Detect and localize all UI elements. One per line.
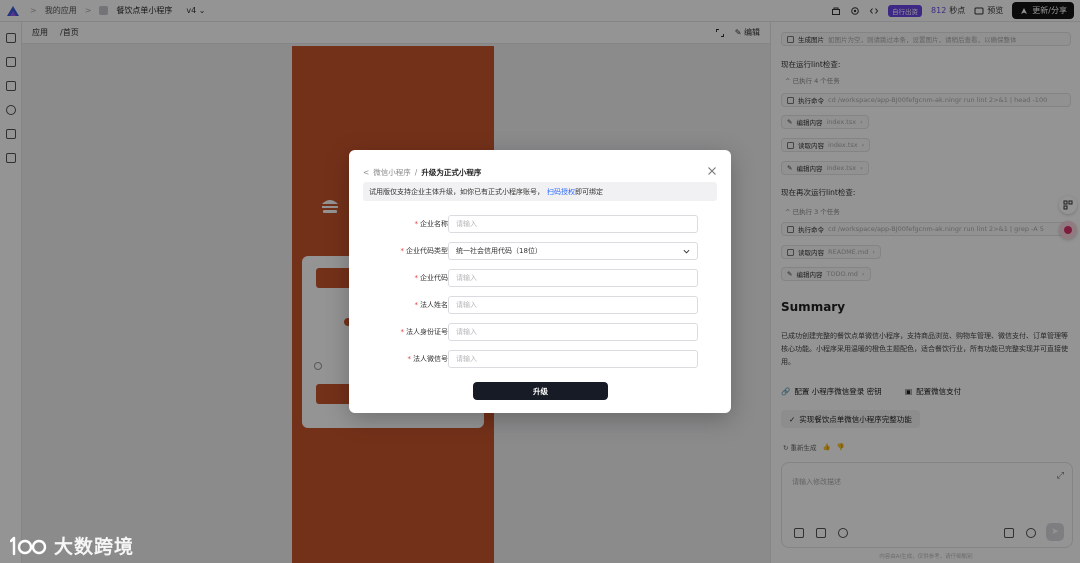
code-type-select[interactable]: 统一社会信用代码（18位） xyxy=(448,242,698,260)
legal-name-label: * 法人姓名 xyxy=(414,301,449,309)
form-row-legal-wechat: * 法人微信号 xyxy=(349,350,731,368)
legal-wechat-label: * 法人微信号 xyxy=(407,355,449,363)
modal-header: < 微信小程序 / 升级为正式小程序 xyxy=(363,167,482,178)
legal-id-label: * 法人身份证号 xyxy=(400,328,449,336)
company-code-input[interactable] xyxy=(448,269,698,287)
code-type-label: * 企业代码类型 xyxy=(400,247,449,255)
form-row-legal-name: * 法人姓名 xyxy=(349,296,731,314)
upgrade-notice: 试用版仅支持企业主体升级，如你已有正式小程序账号， 扫码授权 即可绑定 xyxy=(363,182,717,201)
upgrade-modal: < 微信小程序 / 升级为正式小程序 试用版仅支持企业主体升级，如你已有正式小程… xyxy=(349,150,731,413)
legal-wechat-input[interactable] xyxy=(448,350,698,368)
watermark: 大数跨境 xyxy=(10,532,134,559)
modal-title: 升级为正式小程序 xyxy=(421,168,482,177)
form-row-company-name: * 企业名称 xyxy=(349,215,731,233)
watermark-text: 大数跨境 xyxy=(54,536,135,558)
chevron-down-icon xyxy=(683,249,690,253)
form-row-legal-id: * 法人身份证号 xyxy=(349,323,731,341)
company-code-label: * 企业代码 xyxy=(414,274,449,282)
scan-authorize-link[interactable]: 扫码授权 xyxy=(547,187,575,197)
form-row-code-type: * 企业代码类型 统一社会信用代码（18位） xyxy=(349,242,731,260)
company-name-input[interactable] xyxy=(448,215,698,233)
legal-id-input[interactable] xyxy=(448,323,698,341)
upgrade-button[interactable]: 升级 xyxy=(473,382,608,400)
back-chevron-icon[interactable]: < xyxy=(363,168,369,177)
company-name-label: * 企业名称 xyxy=(414,220,449,228)
watermark-logo xyxy=(10,536,47,555)
modal-breadcrumb-parent[interactable]: 微信小程序 xyxy=(373,167,411,178)
close-icon[interactable] xyxy=(707,166,717,176)
legal-name-input[interactable] xyxy=(448,296,698,314)
form-row-company-code: * 企业代码 xyxy=(349,269,731,287)
code-type-value: 统一社会信用代码（18位） xyxy=(456,247,542,255)
